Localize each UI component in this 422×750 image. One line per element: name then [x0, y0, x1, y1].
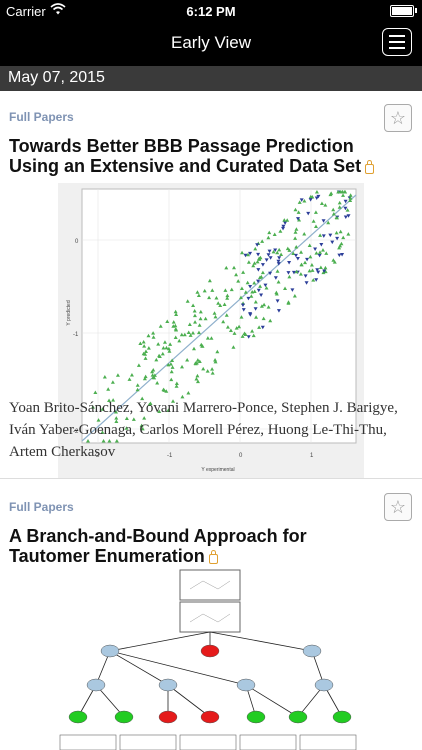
leaf-structure-box: [299, 734, 357, 750]
tree-node: [158, 710, 178, 724]
article-category[interactable]: Full Papers: [9, 110, 74, 124]
tree-node: [314, 678, 334, 692]
tree-node: [302, 644, 322, 658]
figure-xlabel: Y experimental: [201, 467, 234, 473]
page-title: Early View: [171, 33, 251, 52]
figure-ytick: -1: [73, 332, 79, 338]
favorite-star-icon[interactable]: ☆: [384, 493, 412, 521]
article-title-text: A Branch-and-Bound Approach for Tautomer…: [9, 526, 307, 566]
tree-edge: [109, 650, 169, 686]
battery-icon: [390, 5, 414, 17]
tree-edge: [209, 631, 313, 652]
article-title[interactable]: Towards Better BBB Passage Prediction Us…: [9, 136, 382, 176]
open-access-lock-icon: [365, 160, 375, 174]
tree-node: [236, 678, 256, 692]
tree-node: [288, 710, 308, 724]
status-time: 6:12 PM: [186, 4, 236, 19]
tree-node: [114, 710, 134, 724]
tree-node: [200, 644, 220, 658]
hamburger-menu-icon[interactable]: [382, 28, 412, 56]
favorite-star-icon[interactable]: ☆: [384, 104, 412, 132]
article-category[interactable]: Full Papers: [9, 500, 74, 514]
open-access-lock-icon: [208, 550, 218, 564]
tree-node: [100, 644, 120, 658]
tree-node: [86, 678, 106, 692]
leaf-structure-box: [239, 734, 297, 750]
tree-node: [68, 710, 88, 724]
leaf-structure-box: [119, 734, 177, 750]
status-bar: Carrier 6:12 PM: [0, 0, 422, 22]
date-section-header: May 07, 2015: [0, 66, 422, 91]
tree-node: [200, 710, 220, 724]
figure-ylabel: Y predicted: [66, 300, 72, 325]
tree-edge: [167, 684, 211, 718]
article-figure-tree-diagram[interactable]: [58, 567, 364, 750]
tree-edge: [109, 650, 247, 686]
tree-node: [332, 710, 352, 724]
article-title[interactable]: A Branch-and-Bound Approach for Tautomer…: [9, 526, 382, 566]
article-card[interactable]: Full Papers ☆ Towards Better BBB Passage…: [0, 91, 422, 479]
navigation-bar: Early View: [0, 22, 422, 66]
article-authors: Yoan Brito-Sánchez, Yovani Marrero-Ponce…: [9, 400, 398, 460]
tree-node: [158, 678, 178, 692]
article-title-text: Towards Better BBB Passage Prediction Us…: [9, 136, 362, 176]
tree-node: [246, 710, 266, 724]
root-structure-box: [179, 601, 241, 633]
battery-tip: [415, 8, 417, 13]
tree-edge: [109, 631, 211, 652]
leaf-structure-box: [179, 734, 237, 750]
article-card[interactable]: Full Papers ☆ A Branch-and-Bound Approac…: [0, 479, 422, 750]
section-date: May 07, 2015: [8, 69, 105, 86]
leaf-structure-box: [59, 734, 117, 750]
